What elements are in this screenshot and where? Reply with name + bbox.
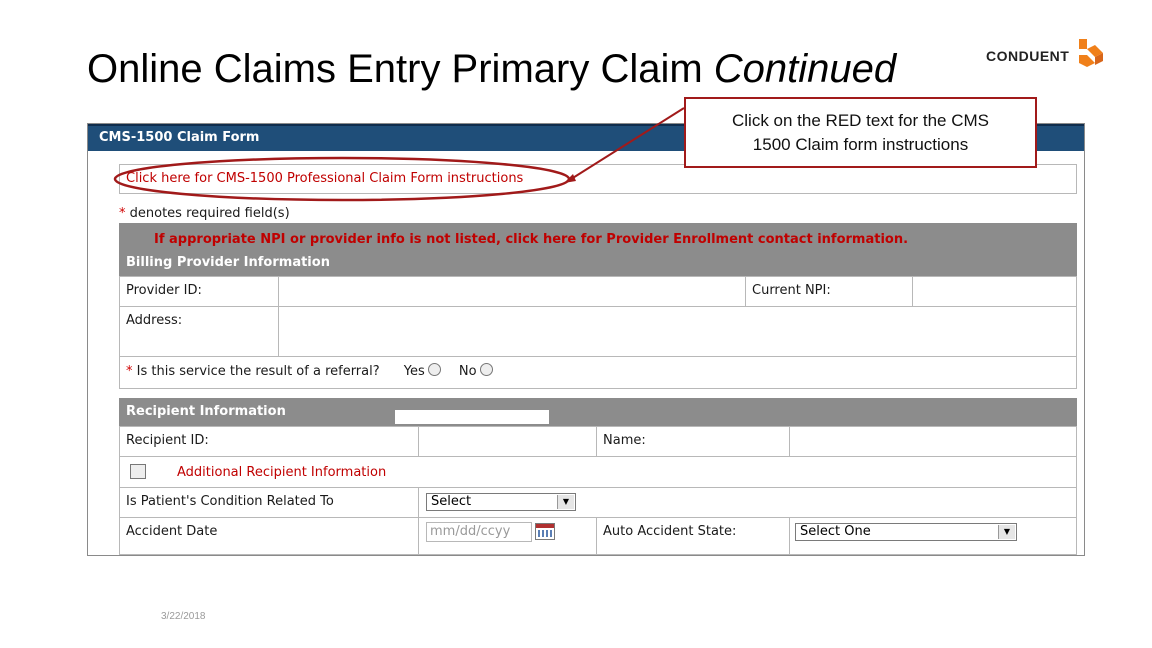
billing-header-title: Billing Provider Information [126,255,330,270]
auto-state-select[interactable]: Select One ▼ [795,523,1017,541]
conduent-logo: CONDUENT [986,36,1110,72]
calendar-icon[interactable] [535,523,555,540]
recipient-id-label: Recipient ID: [119,426,419,457]
additional-info-checkbox[interactable] [130,464,146,479]
referral-no-label: No [458,364,477,379]
recipient-section-header: Recipient Information [119,398,1077,427]
chevron-down-icon: ▼ [557,495,574,509]
conduent-logo-icon [1079,39,1103,67]
footer-date: 3/22/2018 [161,611,206,622]
npi-enrollment-link[interactable]: If appropriate NPI or provider info is n… [154,232,908,247]
logo-text: CONDUENT [986,48,1070,64]
condition-select-value: Select [431,494,472,509]
auto-state-label: Auto Accident State: [596,517,790,555]
provider-id-label: Provider ID: [119,276,279,307]
required-note: * denotes required field(s) [119,206,290,221]
provider-id-field[interactable] [278,276,746,307]
recipient-header-title: Recipient Information [126,404,286,419]
redacted-block [395,410,549,424]
required-note-text: denotes required field(s) [125,206,290,221]
chevron-down-icon: ▼ [998,525,1015,539]
callout-line-1: Click on the RED text for the CMS [732,111,989,130]
additional-info-label: Additional Recipient Information [177,465,387,480]
accident-date-input[interactable]: mm/dd/ccyy [426,522,532,542]
current-npi-label: Current NPI: [745,276,913,307]
recipient-id-field[interactable] [418,426,597,457]
referral-question: Is this service the result of a referral… [132,364,380,379]
referral-row: * Is this service the result of a referr… [119,356,1077,389]
referral-yes-radio[interactable] [427,363,441,376]
name-field[interactable] [789,426,1077,457]
callout-line-2: 1500 Claim form instructions [752,135,969,154]
referral-no-radio[interactable] [479,363,493,376]
address-field[interactable] [278,306,1077,357]
condition-label: Is Patient's Condition Related To [119,487,419,518]
current-npi-field[interactable] [912,276,1077,307]
accident-date-label: Accident Date [119,517,419,555]
instructions-link[interactable]: Click here for CMS-1500 Professional Cla… [126,171,523,186]
slide-title: Online Claims Entry Primary Claim Contin… [87,44,896,94]
address-label: Address: [119,306,279,357]
referral-yes-label: Yes [403,364,425,379]
instruction-callout: Click on the RED text for the CMS 1500 C… [684,97,1037,168]
title-italic: Continued [713,47,897,91]
auto-state-select-value: Select One [800,524,871,539]
title-main: Online Claims Entry Primary Claim [87,47,714,91]
condition-select[interactable]: Select ▼ [426,493,576,511]
billing-section-header: Billing Provider Information [119,223,1077,276]
name-label: Name: [596,426,790,457]
cms-1500-form-screenshot: CMS-1500 Claim Form Click here for CMS-1… [87,123,1085,556]
